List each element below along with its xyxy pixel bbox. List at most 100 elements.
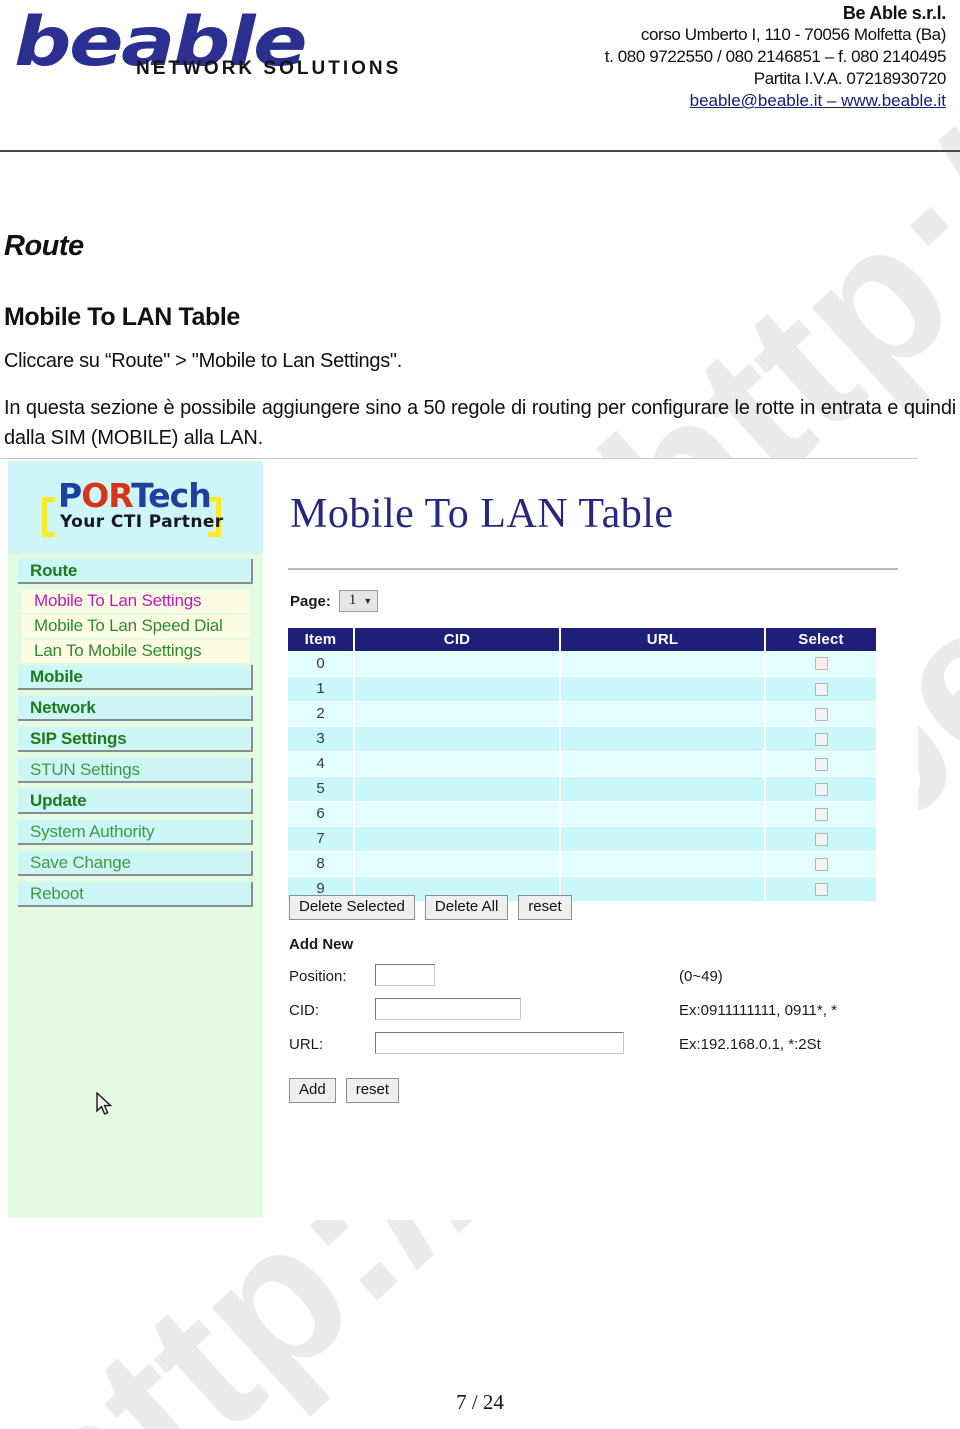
cell-cid [354,776,561,802]
label-position: Position: [289,968,347,985]
company-email-link[interactable]: beable@beable.it [690,91,823,110]
delete-all-button[interactable]: Delete All [424,895,509,920]
page-select-value: 1 [348,592,357,608]
position-input[interactable] [375,964,435,986]
cell-cid [354,651,561,677]
portech-logo: PORTech Your CTI Partner [8,461,263,554]
bracket-left-icon [42,497,55,537]
table-header-item: Item [288,628,355,651]
cell-url [560,726,766,752]
router-nav-list: Route Mobile To Lan Settings Mobile To Lan… [8,559,263,913]
portech-logo-graphic: PORTech Your CTI Partner [36,479,236,537]
row-select-checkbox[interactable] [814,757,828,771]
table-header-url: URL [560,628,766,651]
table-row: 4 [288,751,876,777]
cell-cid [354,676,561,702]
label-url: URL: [289,1036,324,1053]
sidebar-item-update[interactable]: Update [18,789,253,814]
form-row-position: Position: (0~49) [289,962,909,996]
row-select-checkbox[interactable] [814,857,828,871]
beable-logo: beable NETWORK SOLUTIONS [14,6,414,96]
form-row-url: URL: Ex:192.168.0.1, *:2St [289,1030,909,1064]
router-sidebar: PORTech Your CTI Partner Route Mobile To … [8,461,263,1218]
row-select-checkbox[interactable] [814,707,828,721]
sidebar-item-route[interactable]: Route [18,559,253,584]
table-row: 1 [288,676,876,702]
cell-select [765,676,876,702]
cell-item: 3 [288,726,355,752]
sidebar-subitem-mobile-to-lan-settings[interactable]: Mobile To Lan Settings [22,590,249,613]
cell-cid [354,826,561,852]
table-row: 7 [288,826,876,852]
company-name: Be Able s.r.l. [842,3,946,23]
row-select-checkbox[interactable] [814,732,828,746]
cell-select [765,876,876,902]
cid-input[interactable] [375,998,521,1020]
company-vat: Partita I.V.A. 07218930720 [753,69,947,88]
delete-selected-button[interactable]: Delete Selected [289,895,415,920]
url-input[interactable] [375,1032,624,1054]
table-row: 0 [288,651,876,677]
row-select-checkbox[interactable] [814,807,828,821]
add-button[interactable]: Add [289,1078,336,1103]
row-select-checkbox[interactable] [814,832,828,846]
section-title: Route [4,230,84,262]
portech-letters-tech: Tech [131,476,212,515]
cell-item: 5 [288,776,355,802]
cell-item: 4 [288,751,355,777]
sidebar-item-system-authority[interactable]: System Authority [18,820,253,845]
table-body: 0123456789 [288,651,876,902]
cell-cid [354,851,561,877]
document-body: Route Mobile To LAN Table Cliccare su “R… [0,160,960,453]
beable-logo-tagline: NETWORK SOLUTIONS [136,58,402,79]
cell-select [765,826,876,852]
cell-url [560,826,766,852]
add-new-heading: Add New [289,936,354,953]
sidebar-item-reboot[interactable]: Reboot [18,882,253,907]
sidebar-subitem-lan-to-mobile-settings[interactable]: Lan To Mobile Settings [22,640,249,663]
sidebar-item-stun-settings[interactable]: STUN Settings [18,758,253,783]
page-selector-row: Page: 1 ▼ [290,590,379,612]
embedded-router-screenshot: PORTech Your CTI Partner Route Mobile To … [0,458,918,1220]
description-paragraph: In questa sezione è possibile aggiungere… [4,397,956,449]
content-divider [288,568,898,570]
cell-select [765,701,876,727]
portech-wordmark: PORTech [58,476,212,515]
sidebar-item-network[interactable]: Network [18,696,253,721]
row-select-checkbox[interactable] [814,657,828,671]
cell-cid [354,751,561,777]
form-row-cid: CID: Ex:0911111111, 0911*, * [289,996,909,1030]
sidebar-item-save-change[interactable]: Save Change [18,851,253,876]
label-cid: CID: [289,1002,319,1019]
portech-letters-or: OR [81,476,132,515]
company-website-link[interactable]: www.beable.it [841,91,946,110]
row-select-checkbox[interactable] [814,682,828,696]
cell-select [765,751,876,777]
hint-url: Ex:192.168.0.1, *:2St [679,1036,821,1053]
form-reset-button[interactable]: reset [345,1078,400,1103]
page-select-dropdown[interactable]: 1 ▼ [338,590,379,612]
sidebar-item-sip-settings[interactable]: SIP Settings [18,727,253,752]
cell-url [560,751,766,777]
cell-item: 8 [288,851,355,877]
hint-position: (0~49) [679,968,723,985]
add-new-form: Position: (0~49) CID: Ex:0911111111, 0911*,… [289,962,909,1064]
table-row: 2 [288,701,876,727]
table-row: 6 [288,801,876,827]
cell-url [560,776,766,802]
row-select-checkbox[interactable] [814,882,828,896]
table-row: 5 [288,776,876,802]
cell-select [765,651,876,677]
cell-select [765,776,876,802]
table-header-row: Item CID URL Select [288,628,876,651]
sidebar-subitem-mobile-to-lan-speed-dial[interactable]: Mobile To Lan Speed Dial [22,615,249,638]
sidebar-item-mobile[interactable]: Mobile [18,665,253,690]
mobile-to-lan-table: Item CID URL Select 0123456789 [288,628,876,902]
table-row: 3 [288,726,876,752]
table-reset-button[interactable]: reset [518,895,572,920]
web-separator: – [822,91,842,110]
table-row: 8 [288,851,876,877]
cell-item: 1 [288,676,355,702]
form-action-buttons: Add reset [289,1078,400,1103]
row-select-checkbox[interactable] [814,782,828,796]
